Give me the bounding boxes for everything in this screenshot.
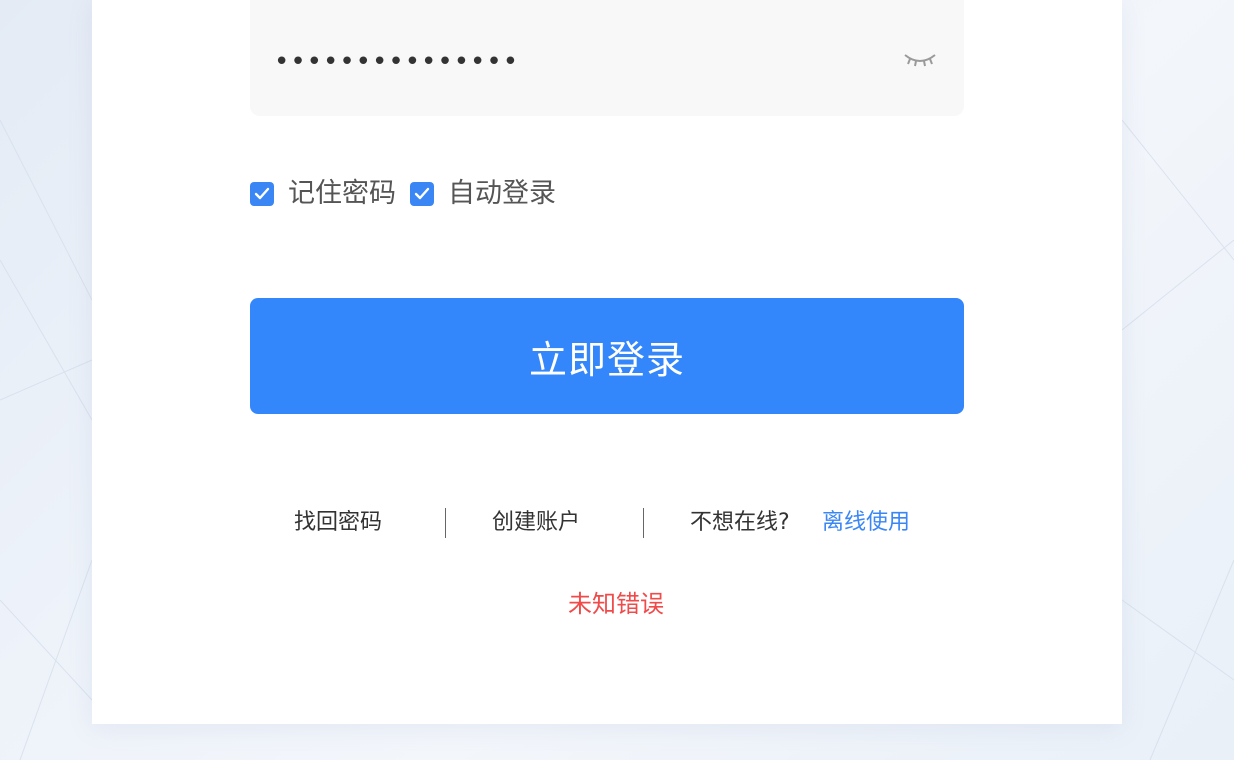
remember-password-checkbox[interactable] — [250, 182, 274, 206]
eye-closed-icon[interactable] — [902, 47, 938, 71]
link-divider — [643, 508, 644, 538]
remember-password-label[interactable]: 记住密码 — [288, 176, 396, 212]
password-masked-value: ••••••••••••••• — [274, 47, 520, 77]
link-divider — [445, 508, 446, 538]
auto-login-label[interactable]: 自动登录 — [448, 176, 556, 212]
login-button[interactable]: 立即登录 — [250, 298, 964, 414]
auxiliary-links: 找回密码 创建账户 不想在线? 离线使用 — [250, 500, 964, 546]
login-card: ••••••••••••••• 记住密码 自动登录 立即登录 找回密码 创建账户… — [92, 0, 1122, 724]
check-icon — [414, 187, 430, 200]
create-account-link[interactable]: 创建账户 — [492, 506, 580, 540]
find-password-link[interactable]: 找回密码 — [294, 506, 382, 540]
offline-use-link[interactable]: 离线使用 — [822, 506, 910, 540]
auto-login-checkbox[interactable] — [410, 182, 434, 206]
check-icon — [254, 187, 270, 200]
offline-prompt-text: 不想在线? — [690, 510, 790, 535]
error-message: 未知错误 — [568, 590, 664, 618]
login-options: 记住密码 自动登录 — [250, 176, 570, 212]
password-input[interactable]: ••••••••••••••• — [250, 0, 964, 116]
